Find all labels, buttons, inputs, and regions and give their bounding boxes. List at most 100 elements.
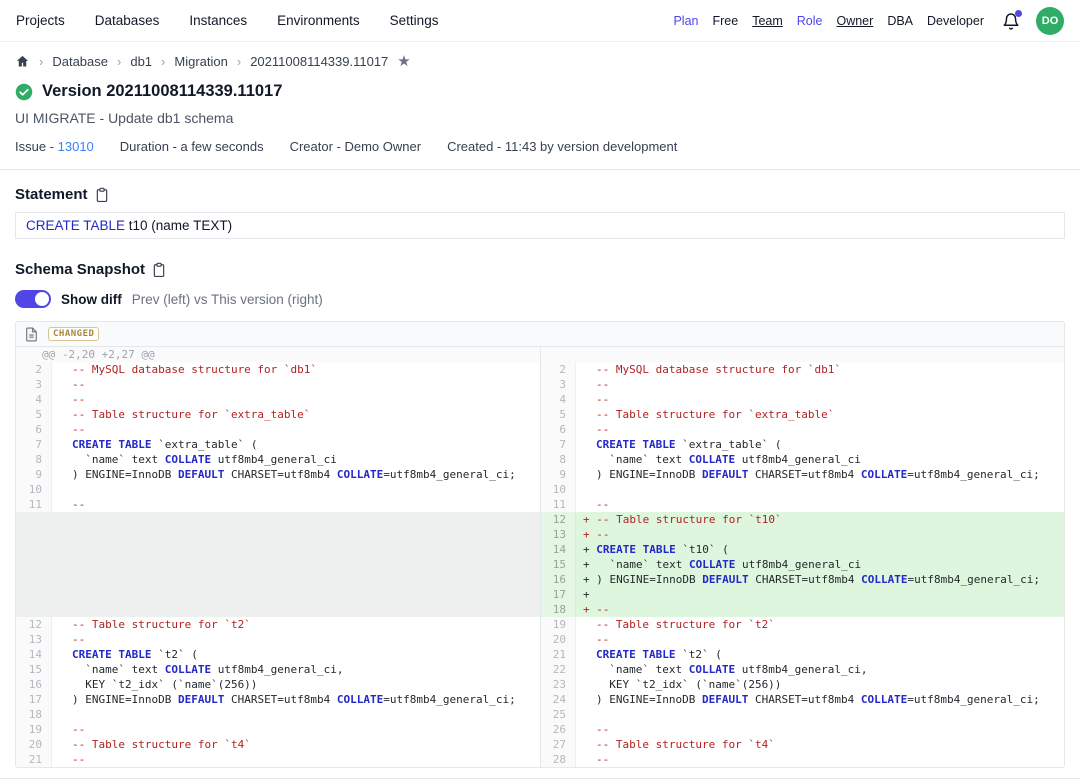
statement-segment: CREATE TABLE — [26, 218, 125, 233]
breadcrumb-item-database[interactable]: Database — [52, 54, 108, 69]
diff-row: 13--20-- — [16, 632, 1064, 647]
diff-row: 11--11-- — [16, 497, 1064, 512]
diff-skip — [16, 557, 540, 572]
line-number: 21 — [16, 752, 52, 767]
line-number: 15 — [16, 662, 52, 677]
diff-row: 9) ENGINE=InnoDB DEFAULT CHARSET=utf8mb4… — [16, 467, 1064, 482]
version-meta: Issue - 13010 Duration - a few seconds Cre… — [15, 139, 1065, 154]
code-line: ) ENGINE=InnoDB DEFAULT CHARSET=utf8mb4 … — [52, 467, 540, 482]
code-line: ) ENGINE=InnoDB DEFAULT CHARSET=utf8mb4 … — [576, 692, 1064, 707]
account-item-dba: DBA — [887, 14, 913, 28]
account-item-role: Role — [797, 14, 823, 28]
code-line: `name` text COLLATE utf8mb4_general_ci, — [576, 662, 1064, 677]
line-number: 5 — [540, 407, 576, 422]
code-line: -- — [576, 422, 1064, 437]
line-number: 11 — [16, 497, 52, 512]
code-line: -- — [52, 422, 540, 437]
account-bar: PlanFreeTeamRoleOwnerDBADeveloper DO — [673, 7, 1064, 35]
primary-nav: Projects Databases Instances Environments Se… — [16, 13, 438, 28]
line-number: 18 — [16, 707, 52, 722]
account-item-owner[interactable]: Owner — [836, 14, 873, 28]
line-number: 21 — [540, 647, 576, 662]
meta-item: Duration - a few seconds — [120, 139, 264, 154]
diff-toggle-row: Show diff Prev (left) vs This version (r… — [15, 290, 1065, 308]
diff-row: 19--26-- — [16, 722, 1064, 737]
code-line: + -- — [576, 602, 1064, 617]
diff-hint: Prev (left) vs This version (right) — [132, 292, 323, 307]
line-number: 26 — [540, 722, 576, 737]
code-line: -- — [52, 752, 540, 767]
line-number: 14 — [16, 647, 52, 662]
copy-statement-icon[interactable] — [95, 187, 109, 203]
line-number: 2 — [16, 362, 52, 377]
diff-skip — [16, 602, 540, 617]
diff-row: 14+ CREATE TABLE `t10` ( — [16, 542, 1064, 557]
meta-item: Issue - 13010 — [15, 139, 94, 154]
avatar[interactable]: DO — [1036, 7, 1064, 35]
diff-body[interactable]: @@ -2,20 +2,27 @@2-- MySQL database stru… — [16, 347, 1064, 767]
diff-row: 13+ -- — [16, 527, 1064, 542]
nav-item-instances[interactable]: Instances — [189, 13, 247, 28]
statement-segment: t10 (name TEXT) — [125, 218, 232, 233]
nav-item-databases[interactable]: Databases — [95, 13, 160, 28]
show-diff-toggle[interactable] — [15, 290, 51, 308]
code-line: ) ENGINE=InnoDB DEFAULT CHARSET=utf8mb4 … — [52, 692, 540, 707]
code-line: KEY `t2_idx` (`name`(256)) — [576, 677, 1064, 692]
nav-item-projects[interactable]: Projects — [16, 13, 65, 28]
line-number: 9 — [540, 467, 576, 482]
diff-row: 16+ ) ENGINE=InnoDB DEFAULT CHARSET=utf8… — [16, 572, 1064, 587]
diff-row: 18+ -- — [16, 602, 1064, 617]
line-number: 20 — [540, 632, 576, 647]
changed-badge: CHANGED — [48, 327, 99, 341]
line-number: 18 — [540, 602, 576, 617]
nav-item-environments[interactable]: Environments — [277, 13, 360, 28]
line-number: 13 — [540, 527, 576, 542]
issue-link[interactable]: 13010 — [58, 139, 94, 154]
line-number: 11 — [540, 497, 576, 512]
code-line — [576, 707, 1064, 722]
code-line: + ) ENGINE=InnoDB DEFAULT CHARSET=utf8mb… — [576, 572, 1064, 587]
code-line: -- Table structure for `t2` — [576, 617, 1064, 632]
diff-row: 17) ENGINE=InnoDB DEFAULT CHARSET=utf8mb… — [16, 692, 1064, 707]
file-text-icon — [25, 327, 38, 342]
star-icon[interactable]: ★ — [397, 54, 410, 69]
diff-row: 15 `name` text COLLATE utf8mb4_general_c… — [16, 662, 1064, 677]
version-subtitle: UI MIGRATE - Update db1 schema — [15, 110, 1065, 126]
line-number: 15 — [540, 557, 576, 572]
line-number: 14 — [540, 542, 576, 557]
code-line: -- — [52, 392, 540, 407]
line-number: 4 — [540, 392, 576, 407]
account-item-free: Free — [712, 14, 738, 28]
diff-skip — [16, 527, 540, 542]
nav-item-settings[interactable]: Settings — [390, 13, 439, 28]
breadcrumb-item-db1[interactable]: db1 — [130, 54, 152, 69]
diff-skip — [16, 572, 540, 587]
code-line — [576, 482, 1064, 497]
divider — [0, 169, 1080, 170]
toggle-knob — [35, 292, 49, 306]
diff-row: 12+ -- Table structure for `t10` — [16, 512, 1064, 527]
code-line: CREATE TABLE `extra_table` ( — [576, 437, 1064, 452]
code-line: -- — [576, 377, 1064, 392]
code-line — [52, 707, 540, 722]
code-line: -- MySQL database structure for `db1` — [52, 362, 540, 377]
account-item-team[interactable]: Team — [752, 14, 783, 28]
diff-row: 12-- Table structure for `t2`19-- Table … — [16, 617, 1064, 632]
breadcrumb-item-migration[interactable]: Migration — [174, 54, 227, 69]
code-line: -- — [52, 497, 540, 512]
code-line: + CREATE TABLE `t10` ( — [576, 542, 1064, 557]
line-number: 19 — [540, 617, 576, 632]
home-icon[interactable] — [15, 54, 30, 69]
code-line: + -- Table structure for `t10` — [576, 512, 1064, 527]
notification-dot — [1015, 10, 1022, 17]
line-number: 23 — [540, 677, 576, 692]
diff-row: 14CREATE TABLE `t2` (21CREATE TABLE `t2`… — [16, 647, 1064, 662]
notification-bell-icon[interactable] — [1002, 11, 1022, 31]
meta-item: Creator - Demo Owner — [290, 139, 421, 154]
diff-row: @@ -2,20 +2,27 @@ — [16, 347, 1064, 362]
version-header: Version 20211008114339.11017 — [15, 82, 1065, 101]
meta-text: Issue - — [15, 139, 58, 154]
diff-row: 15+ `name` text COLLATE utf8mb4_general_… — [16, 557, 1064, 572]
copy-snapshot-icon[interactable] — [152, 262, 166, 278]
code-line: CREATE TABLE `t2` ( — [52, 647, 540, 662]
